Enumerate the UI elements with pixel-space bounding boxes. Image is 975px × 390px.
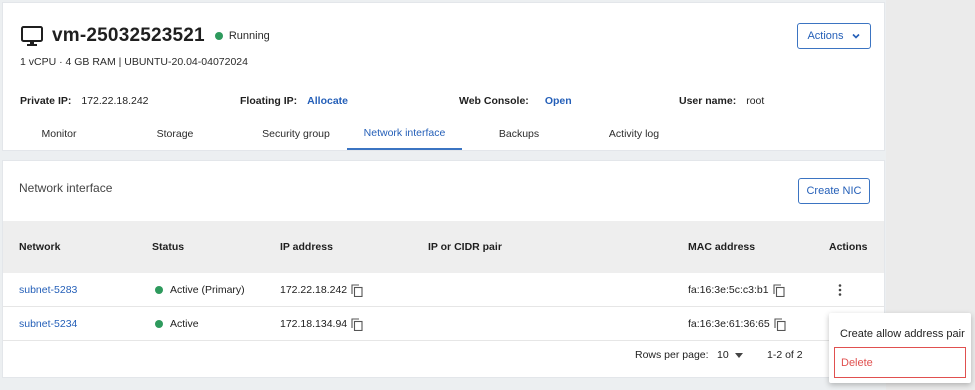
column-header-mac-address: MAC address (688, 241, 756, 253)
chevron-down-icon (851, 31, 861, 41)
column-header-network: Network (19, 241, 61, 253)
vm-name: vm-25032523521 (52, 25, 205, 46)
copy-icon[interactable] (774, 317, 786, 331)
floating-ip-info: Floating IP: Allocate (240, 95, 348, 107)
tab-storage[interactable]: Storage (139, 118, 211, 150)
menu-item-create-allow-address-pair[interactable]: Create allow address pair (829, 321, 971, 347)
rows-per-page-value: 10 (717, 349, 729, 361)
tab-activity-log[interactable]: Activity log (595, 118, 673, 150)
copy-icon[interactable] (351, 317, 363, 331)
section-title: Network interface (19, 181, 113, 195)
private-ip-info: Private IP: 172.22.18.242 (20, 95, 149, 107)
vm-status: Running (228, 30, 270, 42)
web-console-label: Web Console: (459, 95, 529, 107)
active-status-dot (155, 320, 163, 328)
caret-down-icon (734, 352, 743, 358)
floating-ip-label: Floating IP: (240, 95, 298, 107)
ip-cell: 172.22.18.242 (280, 273, 363, 307)
tab-monitor[interactable]: Monitor (23, 118, 95, 150)
row-actions-cell (834, 273, 846, 307)
table-header: Network Status IP address IP or CIDR pai… (3, 221, 884, 273)
tab-security-group[interactable]: Security group (247, 118, 345, 150)
status-text: Active (170, 318, 199, 330)
actions-button-label: Actions (807, 30, 844, 42)
column-header-ip-address: IP address (280, 241, 333, 253)
vm-title-row: vm-25032523521 Running (20, 23, 270, 49)
table-row: subnet-5234 Active 172.18.134.94 fa:16:3… (3, 307, 884, 341)
kebab-menu-icon[interactable] (834, 283, 846, 297)
running-status-dot (214, 32, 223, 40)
mac-address: fa:16:3e:5c:c3:b1 (688, 284, 769, 296)
tab-backups[interactable]: Backups (483, 118, 555, 150)
column-header-status: Status (152, 241, 185, 253)
page-range: 1-2 of 2 (767, 349, 803, 361)
ip-address: 172.22.18.242 (280, 284, 348, 296)
status-cell: Active (Primary) (155, 273, 245, 307)
menu-item-delete[interactable]: Delete (834, 347, 966, 378)
rows-per-page-label: Rows per page: (635, 349, 709, 361)
network-link[interactable]: subnet-5234 (19, 307, 77, 341)
copy-icon[interactable] (773, 283, 785, 297)
username-label: User name: (679, 95, 737, 107)
network-interface-card: Network interface Create NIC Network Sta… (2, 160, 885, 378)
vm-specs: 1 vCPU · 4 GB RAM | UBUNTU-20.04-0407202… (20, 56, 248, 68)
private-ip-label: Private IP: (20, 95, 72, 107)
username-info: User name: root (679, 95, 764, 107)
status-text: Active (Primary) (170, 284, 245, 296)
table-row: subnet-5283 Active (Primary) 172.22.18.2… (3, 273, 884, 307)
tab-bar: Monitor Storage Security group Network i… (3, 118, 884, 152)
mac-cell: fa:16:3e:61:36:65 (688, 307, 786, 341)
row-context-menu: Create allow address pair Delete (829, 313, 971, 383)
web-console-info: Web Console: Open (459, 95, 572, 107)
mac-cell: fa:16:3e:5c:c3:b1 (688, 273, 785, 307)
status-cell: Active (155, 307, 199, 341)
username-value: root (746, 95, 765, 107)
ip-cell: 172.18.134.94 (280, 307, 363, 341)
monitor-icon (20, 24, 44, 48)
tab-network-interface[interactable]: Network interface (347, 118, 462, 150)
actions-button[interactable]: Actions (797, 23, 871, 49)
active-status-dot (155, 286, 163, 294)
mac-address: fa:16:3e:61:36:65 (688, 318, 770, 330)
create-nic-button[interactable]: Create NIC (798, 178, 870, 204)
ip-address: 172.18.134.94 (280, 318, 348, 330)
column-header-actions: Actions (829, 241, 868, 253)
network-link[interactable]: subnet-5283 (19, 273, 77, 307)
vm-details-card: vm-25032523521 Running 1 vCPU · 4 GB RAM… (2, 2, 885, 151)
private-ip-value: 172.22.18.242 (81, 95, 149, 107)
allocate-link[interactable]: Allocate (307, 95, 348, 107)
open-console-link[interactable]: Open (545, 95, 572, 107)
rows-per-page-select[interactable]: 10 (717, 349, 743, 361)
column-header-ip-cidr-pair: IP or CIDR pair (428, 241, 502, 253)
copy-icon[interactable] (351, 283, 363, 297)
